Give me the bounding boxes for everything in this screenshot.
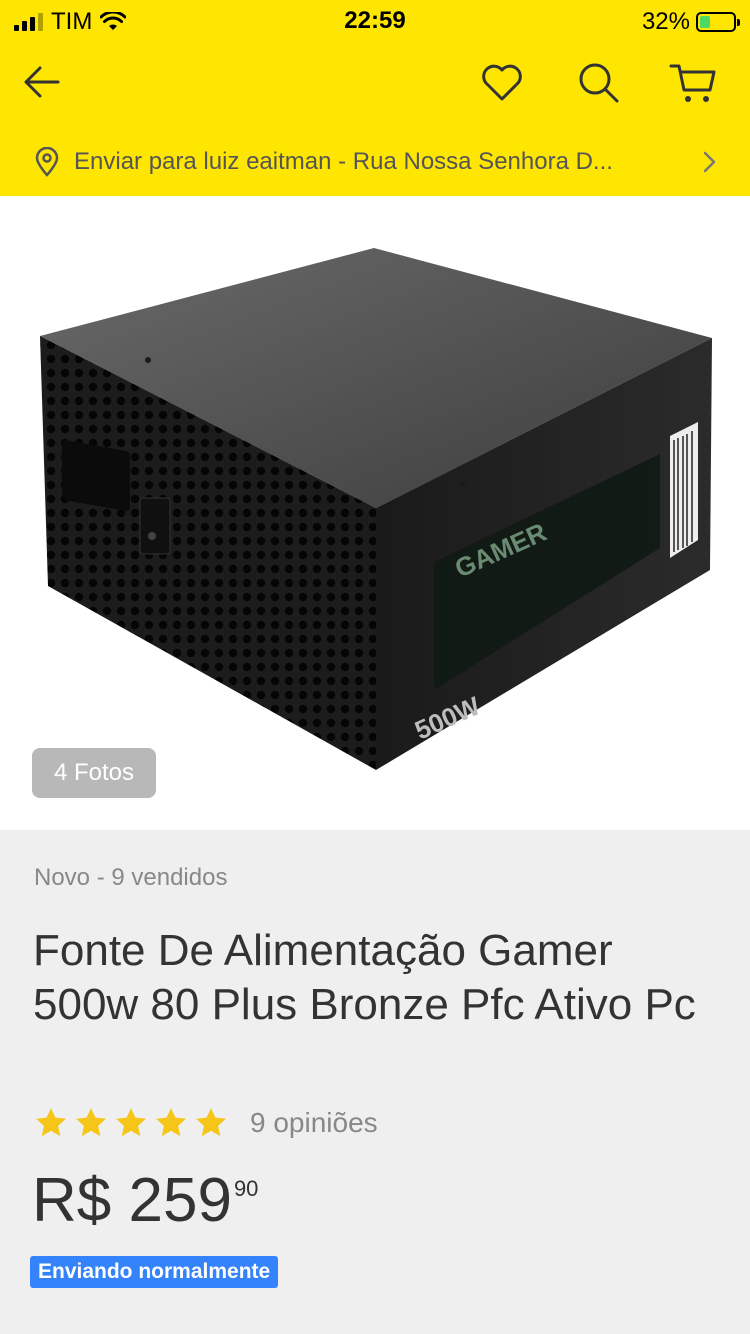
battery-icon — [696, 12, 740, 32]
price-cents: 90 — [233, 1176, 259, 1201]
shipping-address-bar[interactable]: Enviar para luiz eaitman - Rua Nossa Sen… — [0, 128, 750, 196]
product-gallery[interactable]: GAMER 500W 4 Fotos — [0, 196, 750, 830]
shipping-status-badge: Enviando normalmente — [30, 1256, 279, 1288]
nav-bar — [0, 40, 750, 128]
reviews-count[interactable]: 9 opiniões — [250, 1107, 378, 1139]
product-rating[interactable]: 9 opiniões — [34, 1106, 378, 1140]
status-bar: TIM 22:59 32% — [0, 0, 750, 40]
price-main: R$ 259 — [32, 1166, 232, 1235]
status-time: 22:59 — [344, 7, 406, 34]
star-icon — [156, 1108, 186, 1137]
status-right: 32% — [641, 8, 740, 36]
back-arrow-icon[interactable] — [20, 60, 64, 104]
cart-icon[interactable] — [668, 58, 718, 106]
battery-fill — [700, 16, 711, 28]
heart-icon[interactable] — [478, 58, 526, 106]
shipping-address-text: Enviar para luiz eaitman - Rua Nossa Sen… — [74, 148, 613, 175]
location-pin-icon — [35, 147, 59, 177]
star-icon — [36, 1108, 66, 1137]
product-title: Fonte De Alimentação Gamer 500w 80 Plus … — [33, 926, 696, 1029]
chevron-right-icon — [703, 151, 716, 173]
product-image[interactable]: GAMER 500W — [30, 240, 720, 780]
product-info: Novo - 9 vendidos Fonte De Alimentação G… — [0, 830, 750, 1334]
star-icon — [76, 1108, 106, 1137]
star-icon — [116, 1108, 146, 1137]
photos-count-badge[interactable]: 4 Fotos — [32, 748, 156, 798]
product-price: R$ 259 90 — [32, 1166, 258, 1236]
product-condition: Novo - 9 vendidos — [34, 864, 228, 891]
search-icon[interactable] — [574, 58, 622, 106]
star-icon — [196, 1108, 226, 1137]
rating-stars — [34, 1106, 228, 1140]
battery-percent: 32% — [641, 8, 690, 35]
